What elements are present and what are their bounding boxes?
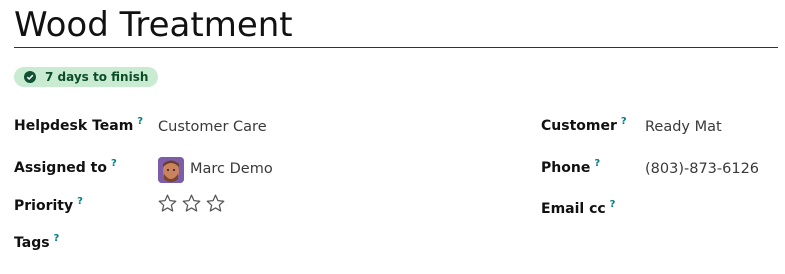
tags-label: Tags? xyxy=(14,233,60,251)
star-icon[interactable] xyxy=(157,193,178,214)
help-tooltip-icon[interactable]: ? xyxy=(137,116,143,127)
help-tooltip-icon[interactable]: ? xyxy=(594,158,600,169)
customer-field[interactable]: Ready Mat xyxy=(645,119,722,135)
help-tooltip-icon[interactable]: ? xyxy=(54,233,60,244)
helpdesk-team-field[interactable]: Customer Care xyxy=(158,119,267,135)
customer-label: Customer? xyxy=(541,116,627,134)
assigned-to-label: Assigned to? xyxy=(14,158,117,176)
page-title[interactable]: Wood Treatment xyxy=(14,4,778,48)
star-icon[interactable] xyxy=(205,193,226,214)
email-cc-label: Email cc? xyxy=(541,199,616,217)
priority-label: Priority? xyxy=(14,196,83,214)
helpdesk-team-label: Helpdesk Team? xyxy=(14,116,144,134)
phone-label: Phone? xyxy=(541,158,601,176)
help-tooltip-icon[interactable]: ? xyxy=(111,158,117,169)
deadline-badge-text: 7 days to finish xyxy=(45,70,149,84)
deadline-badge: 7 days to finish xyxy=(14,67,159,87)
priority-stars[interactable] xyxy=(157,193,226,214)
help-tooltip-icon[interactable]: ? xyxy=(77,196,83,207)
check-circle-icon xyxy=(24,71,36,83)
assigned-to-field[interactable]: Marc Demo xyxy=(190,161,273,177)
phone-field[interactable]: (803)-873-6126 xyxy=(645,161,759,177)
user-avatar[interactable] xyxy=(158,157,184,183)
help-tooltip-icon[interactable]: ? xyxy=(610,199,616,210)
help-tooltip-icon[interactable]: ? xyxy=(621,116,627,127)
star-icon[interactable] xyxy=(181,193,202,214)
